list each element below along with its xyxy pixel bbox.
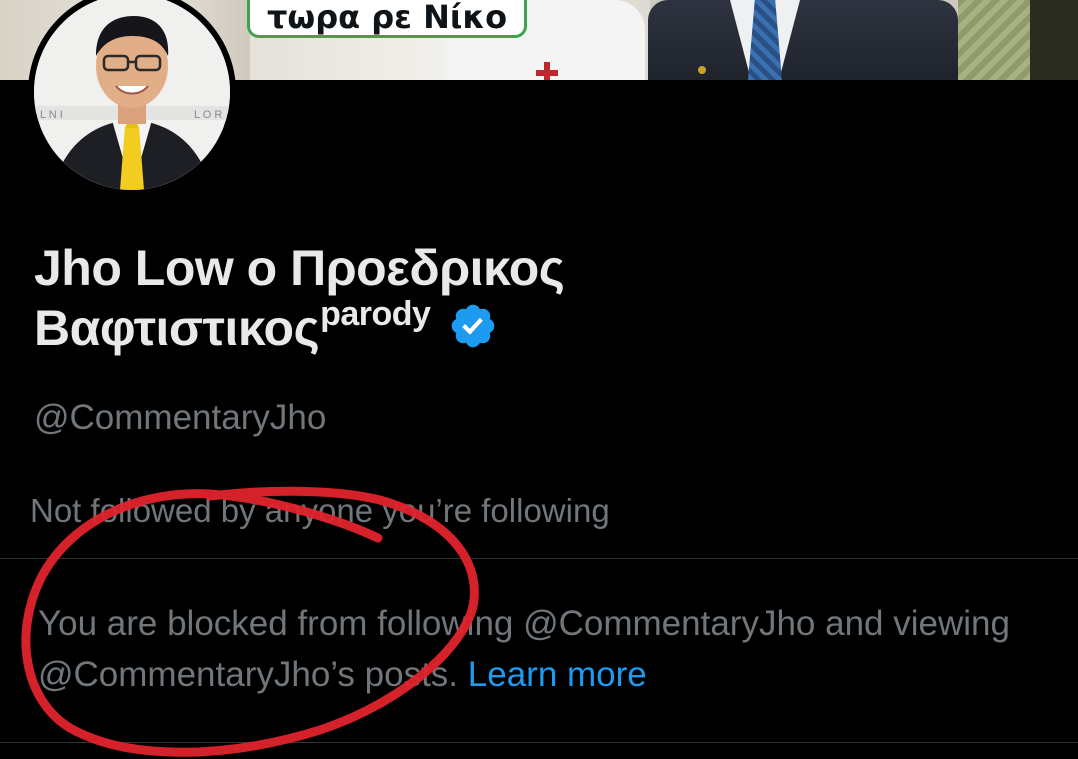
parody-label: parody	[320, 295, 431, 333]
svg-text:L O R: L O R	[194, 109, 222, 121]
banner-figure-suit	[648, 0, 958, 80]
display-name-line-1: Jho Low ο Προεδρικος	[34, 240, 565, 296]
blocked-notice: You are blocked from following @Commenta…	[38, 598, 1058, 700]
profile-avatar[interactable]: L N I L O R	[28, 0, 236, 196]
divider	[0, 742, 1078, 743]
red-cross-icon	[536, 62, 558, 80]
lapel-pin	[698, 66, 706, 74]
banner-caption-box: τωρα ρε Νίκο	[247, 0, 527, 38]
svg-text:L N I: L N I	[40, 109, 63, 121]
display-name-line-2: Βαφτιστικος	[34, 300, 320, 356]
avatar-portrait-illustration: L N I L O R	[34, 0, 230, 190]
learn-more-link[interactable]: Learn more	[468, 655, 647, 694]
display-name-line-2-wrapper: Βαφτιστικοςparody	[34, 295, 1034, 358]
avatar-photo: L N I L O R	[34, 0, 230, 190]
banner-caption-text: τωρα ρε Νίκο	[266, 0, 508, 36]
banner-photo-edge	[1030, 0, 1078, 80]
profile-handle: @CommentaryJho	[34, 398, 327, 437]
verified-badge-icon[interactable]	[448, 301, 498, 351]
mutual-followers-note[interactable]: Not followed by anyone you’re following	[30, 492, 610, 530]
divider	[0, 558, 1078, 559]
profile-display-name: Jho Low ο Προεδρικος Βαφτιστικοςparody	[34, 238, 1034, 358]
